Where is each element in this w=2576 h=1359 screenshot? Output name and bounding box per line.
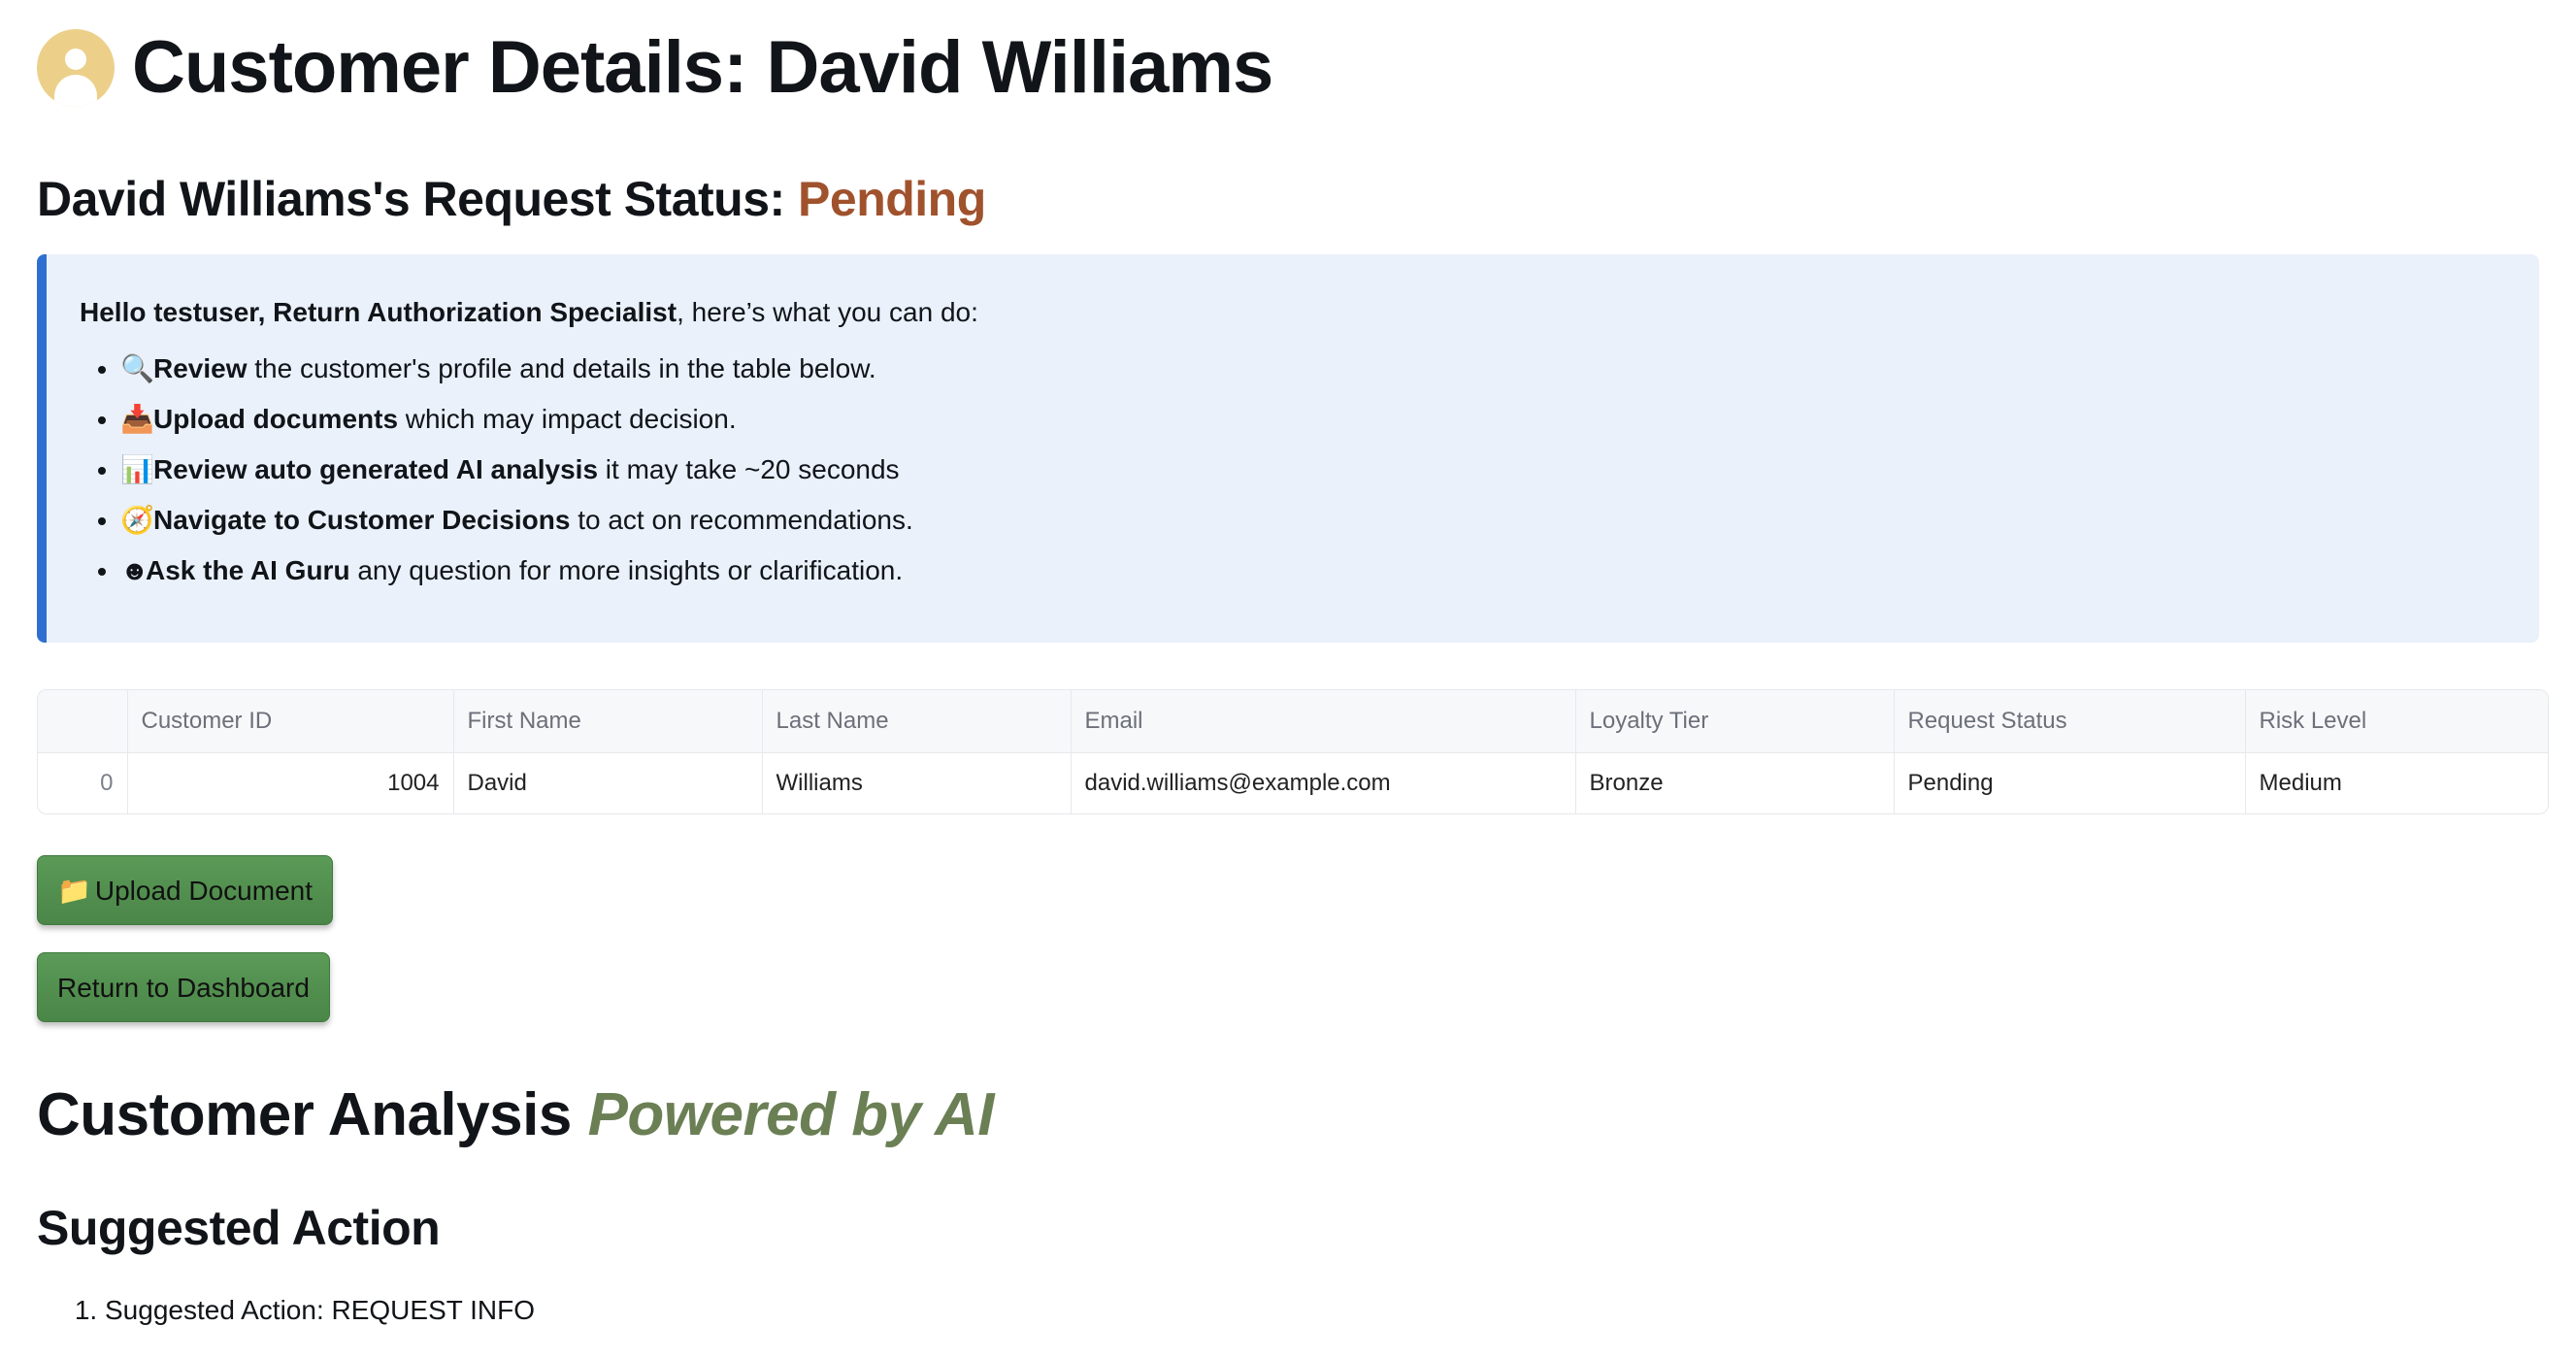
customer-analysis-heading: Customer Analysis Powered by AI <box>37 1080 2539 1149</box>
info-item-upload: 📥Upload documents which may impact decis… <box>120 394 2506 445</box>
column-header-loyalty-tier[interactable]: Loyalty Tier <box>1575 690 1895 753</box>
column-header-last-name[interactable]: Last Name <box>762 690 1072 753</box>
ai-guru-icon: ☻ <box>120 555 149 585</box>
page: Customer Details: David Williams David W… <box>0 0 2576 1359</box>
cell-customer-id[interactable]: 1004 <box>127 752 454 813</box>
return-to-dashboard-button[interactable]: Return to Dashboard <box>37 952 330 1022</box>
column-header-risk-level[interactable]: Risk Level <box>2245 690 2548 753</box>
title-row: Customer Details: David Williams <box>37 0 2539 136</box>
table-row[interactable]: 0 1004 David Williams david.williams@exa… <box>38 752 2548 814</box>
table-header-row: Customer ID First Name Last Name Email L… <box>38 690 2548 753</box>
inbox-tray-icon: 📥 <box>120 404 154 434</box>
request-status-heading: David Williams's Request Status: Pending <box>37 165 2539 233</box>
info-item-bold: Review auto generated AI analysis <box>153 454 599 484</box>
folder-icon: 📁 <box>57 876 91 906</box>
cell-risk-level[interactable]: Medium <box>2245 753 2548 814</box>
cell-first-name[interactable]: David <box>453 752 763 813</box>
user-avatar-icon <box>37 29 115 107</box>
cell-index[interactable]: 0 <box>38 752 128 813</box>
info-item-text: any question for more insights or clarif… <box>349 555 904 585</box>
cell-email[interactable]: david.williams@example.com <box>1071 752 1576 813</box>
suggested-action-heading: Suggested Action <box>37 1201 441 1255</box>
info-greeting-bold: Hello testuser, Return Authorization Spe… <box>80 297 677 327</box>
cell-request-status[interactable]: Pending <box>1894 752 2246 813</box>
info-item-review: 🔍Review the customer's profile and detai… <box>120 344 2506 394</box>
upload-row: 📁 Upload Document <box>37 855 2539 925</box>
info-list: 🔍Review the customer's profile and detai… <box>80 344 2506 596</box>
info-callout: Hello testuser, Return Authorization Spe… <box>37 254 2539 643</box>
bar-chart-icon: 📊 <box>120 454 154 484</box>
request-status-value: Pending <box>798 172 986 226</box>
cell-loyalty-tier[interactable]: Bronze <box>1575 752 1895 813</box>
column-header-request-status[interactable]: Request Status <box>1894 690 2246 753</box>
analysis-heading-accent: Powered by AI <box>587 1081 995 1148</box>
info-greeting-rest: , here’s what you can do: <box>677 297 978 327</box>
request-status-label: David Williams's Request Status: <box>37 172 799 226</box>
info-item-ask-guru: ☻Ask the AI Guru any question for more i… <box>120 546 2506 596</box>
info-item-navigate: 🧭Navigate to Customer Decisions to act o… <box>120 495 2506 546</box>
info-item-bold: Review <box>153 353 248 383</box>
list-item: Suggested Action: REQUEST INFO <box>105 1295 2539 1326</box>
upload-document-button[interactable]: 📁 Upload Document <box>37 855 333 925</box>
page-title: Customer Details: David Williams <box>132 26 1273 109</box>
info-item-analysis: 📊Review auto generated AI analysis it ma… <box>120 445 2506 495</box>
info-item-text: the customer's profile and details in th… <box>247 353 876 383</box>
column-header-email[interactable]: Email <box>1071 690 1576 753</box>
info-item-text: which may impact decision. <box>398 404 737 434</box>
column-header-customer-id[interactable]: Customer ID <box>127 690 454 753</box>
column-header-index[interactable] <box>38 690 128 753</box>
compass-icon: 🧭 <box>120 505 154 535</box>
info-item-bold: Ask the AI Guru <box>146 555 350 585</box>
info-item-text: it may take ~20 seconds <box>598 454 900 484</box>
info-item-bold: Navigate to Customer Decisions <box>153 505 571 535</box>
magnifier-icon: 🔍 <box>120 353 154 383</box>
info-greeting: Hello testuser, Return Authorization Spe… <box>80 287 2506 338</box>
info-item-text: to act on recommendations. <box>570 505 913 535</box>
return-row: Return to Dashboard <box>37 952 2539 1022</box>
suggested-action-list: Suggested Action: REQUEST INFO <box>37 1295 2539 1326</box>
info-item-bold: Upload documents <box>153 404 399 434</box>
upload-document-label: Upload Document <box>94 876 313 906</box>
column-header-first-name[interactable]: First Name <box>453 690 763 753</box>
analysis-heading-text: Customer Analysis <box>37 1081 588 1148</box>
cell-last-name[interactable]: Williams <box>762 752 1072 813</box>
customer-table[interactable]: Customer ID First Name Last Name Email L… <box>37 689 2549 814</box>
